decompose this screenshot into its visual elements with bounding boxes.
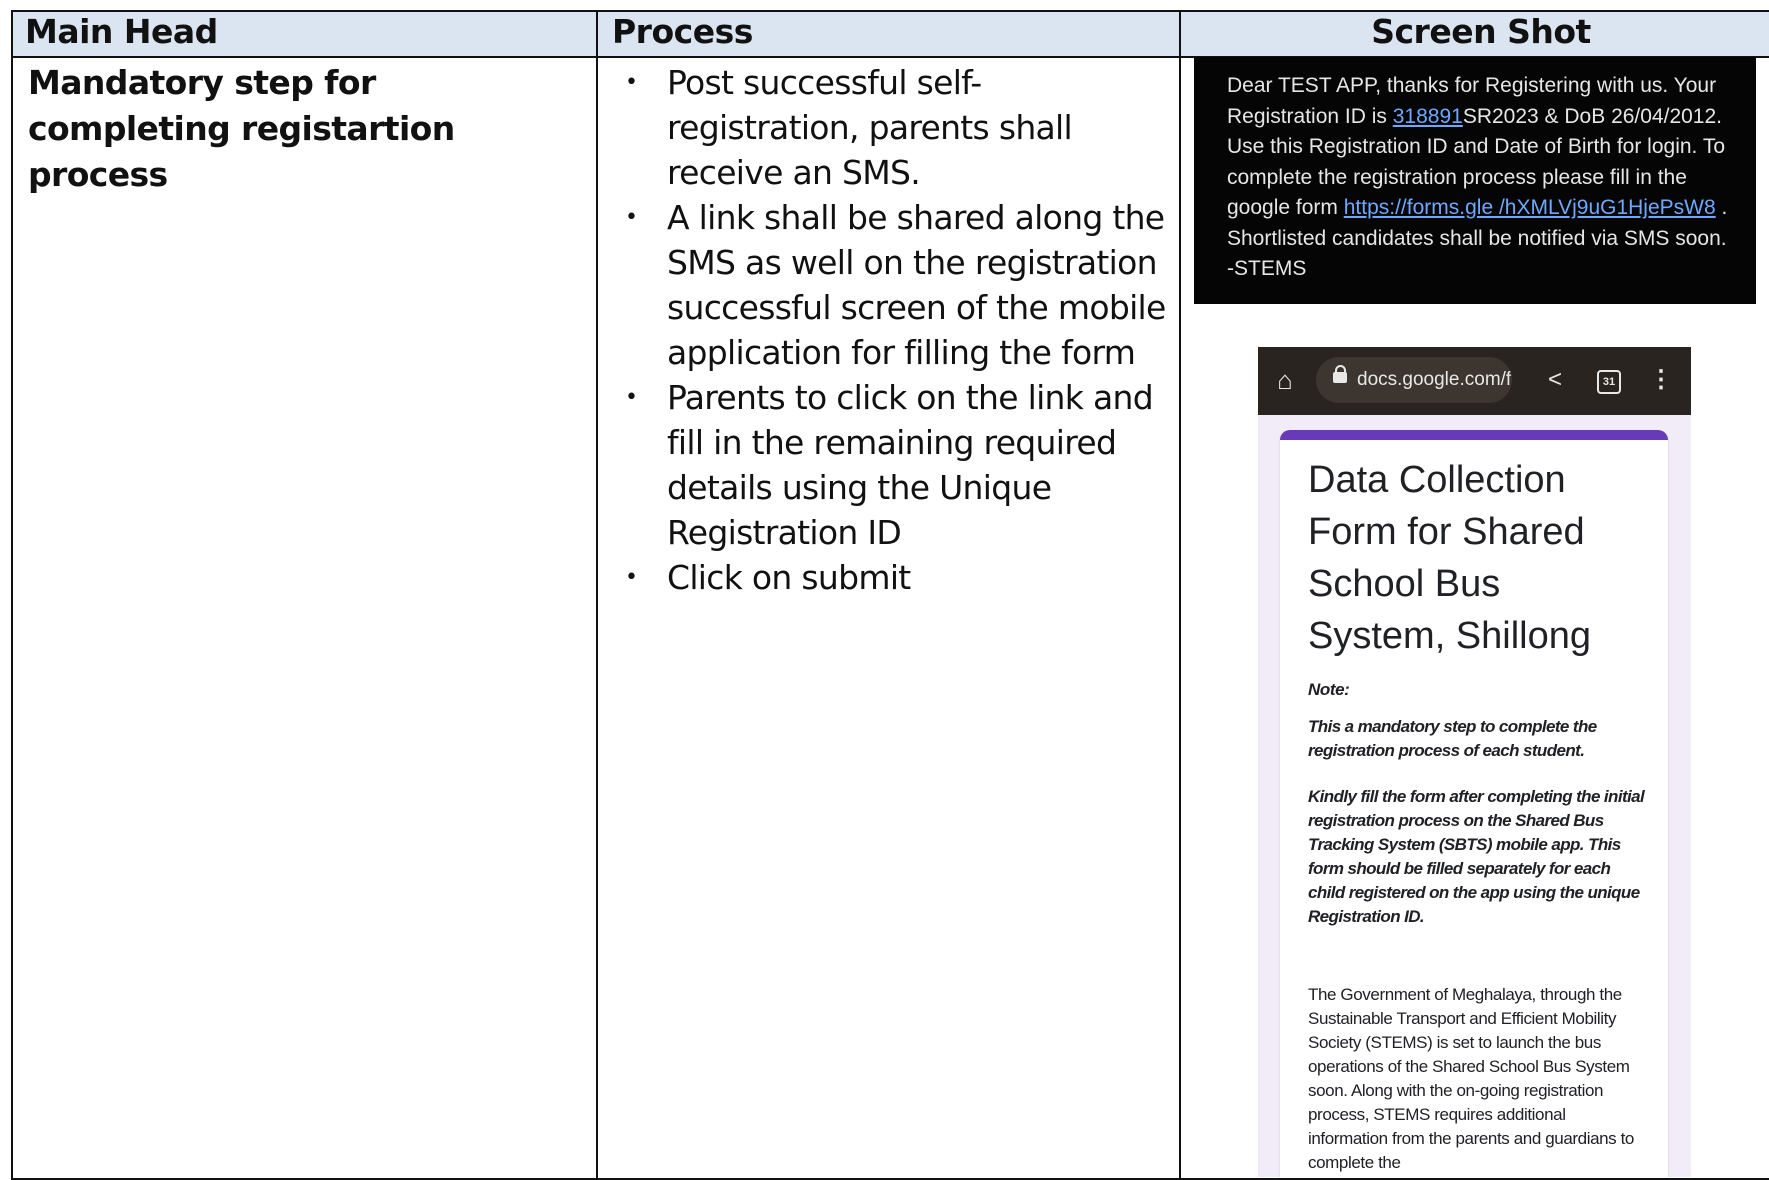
registration-id-link[interactable]: 318891 (1393, 105, 1463, 128)
form-description: The Government of Meghalaya, through the… (1308, 985, 1634, 1172)
process-steps-list: • Post successful self-registration, pare… (611, 60, 1171, 600)
header-main-head: Main Head (25, 12, 218, 51)
process-step: • A link shall be shared along the SMS as… (611, 195, 1171, 375)
header-screen-shot: Screen Shot (1371, 12, 1591, 51)
process-step: • Parents to click on the link and fill i… (611, 375, 1171, 555)
process-step-text: Parents to click on the link and fill in… (667, 378, 1154, 552)
main-head-cell: Mandatory step for completing registarti… (28, 63, 455, 194)
note-label: Note: (1308, 680, 1350, 699)
sms-screenshot: Dear TEST APP, thanks for Registering wi… (1194, 57, 1756, 304)
share-icon[interactable]: < (1540, 365, 1570, 395)
google-form-link[interactable]: https://forms.gle /hXMLVj9uG1HjePsW8 (1344, 196, 1716, 219)
note-paragraph: This a mandatory step to complete the re… (1308, 717, 1597, 760)
lock-icon (1333, 365, 1347, 384)
process-step: • Post successful self-registration, pare… (611, 60, 1171, 195)
bullet-icon: • (625, 205, 638, 230)
bullet-icon: • (625, 385, 638, 410)
form-accent-bar (1280, 430, 1668, 440)
url-text: docs.google.com/f (1357, 369, 1512, 390)
process-step-text: Click on submit (667, 558, 911, 597)
browser-toolbar: ⌂ docs.google.com/f < 31 ⋮ (1258, 347, 1691, 415)
calendar-icon[interactable]: 31 (1597, 370, 1621, 394)
process-step: • Click on submit (611, 555, 1171, 600)
process-step-text: A link shall be shared along the SMS as … (667, 198, 1166, 372)
process-step-text: Post successful self-registration, paren… (667, 63, 1073, 192)
form-title: Data Collection Form for Shared School B… (1308, 459, 1592, 657)
column-divider (596, 12, 598, 1178)
header-process: Process (612, 12, 753, 51)
column-divider (1179, 12, 1181, 1178)
table-header-row: Main Head Process Screen Shot (13, 12, 1769, 58)
more-vert-icon[interactable]: ⋮ (1646, 365, 1676, 395)
phone-screenshot: ⌂ docs.google.com/f < 31 ⋮ Data Collecti… (1258, 347, 1691, 1177)
form-card: Data Collection Form for Shared School B… (1280, 430, 1668, 1177)
home-icon[interactable]: ⌂ (1270, 365, 1300, 395)
bullet-icon: • (625, 565, 638, 590)
note-paragraph: Kindly fill the form after completing th… (1308, 787, 1645, 926)
bullet-icon: • (625, 70, 638, 95)
url-bar[interactable]: docs.google.com/f (1316, 357, 1512, 403)
